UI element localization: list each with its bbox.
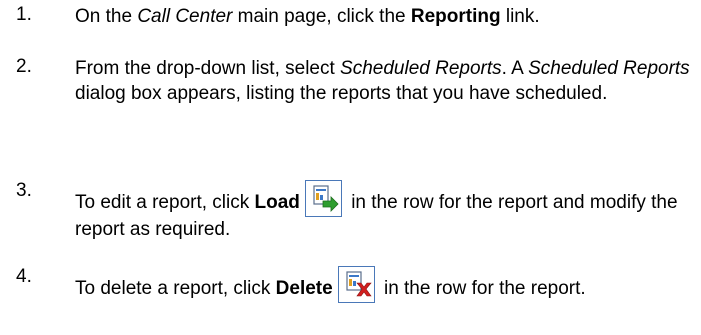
- step-text: To edit a report, click Load in the row …: [75, 180, 695, 242]
- step-number: 3.: [16, 180, 32, 201]
- step-text: From the drop-down list, select Schedule…: [75, 58, 690, 104]
- step-text: To delete a report, click Delete in the …: [75, 266, 695, 303]
- call-center-term: Call Center: [137, 6, 233, 27]
- step-number: 4.: [16, 266, 32, 287]
- scheduled-reports-term: Scheduled Reports: [340, 58, 502, 79]
- step-text: On the Call Center main page, click the …: [75, 6, 540, 27]
- load-report-icon: [304, 180, 342, 217]
- load-term: Load: [254, 192, 300, 213]
- delete-term: Delete: [275, 278, 333, 299]
- delete-report-icon: [337, 266, 375, 303]
- scheduled-reports-term: Scheduled Reports: [528, 58, 690, 79]
- reporting-term: Reporting: [410, 6, 501, 27]
- step-number: 1.: [16, 4, 32, 25]
- step-number: 2.: [16, 56, 32, 77]
